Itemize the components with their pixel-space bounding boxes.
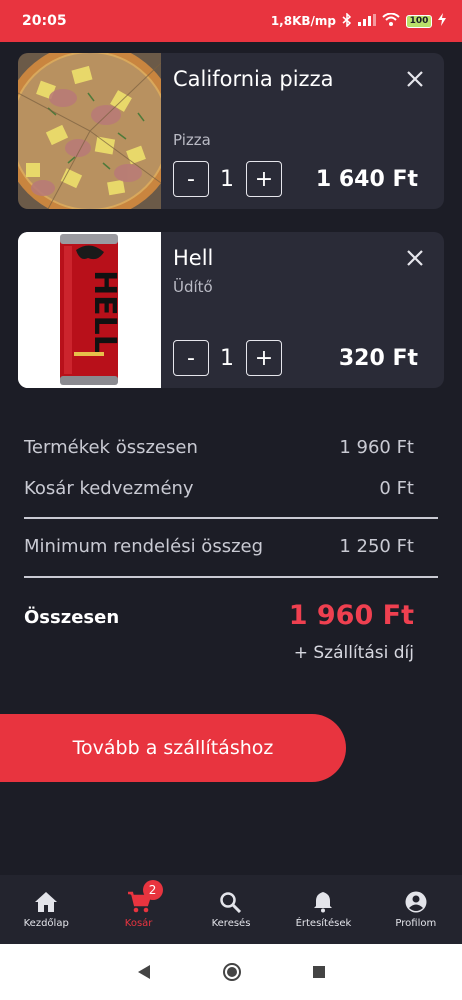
cart-item: California pizza Pizza - 1 + 1 640 Ft bbox=[18, 53, 444, 209]
nav-item-cart[interactable]: 2 Kosár bbox=[92, 875, 184, 944]
status-bar: 20:05 1,8KB/mp 100 bbox=[0, 0, 462, 42]
decrease-quantity-button[interactable]: - bbox=[173, 340, 209, 376]
increase-quantity-button[interactable]: + bbox=[246, 340, 282, 376]
increase-quantity-button[interactable]: + bbox=[246, 161, 282, 197]
nav-label: Keresés bbox=[211, 917, 251, 929]
product-image-pizza bbox=[18, 53, 161, 209]
product-image-hell: HELL bbox=[18, 232, 161, 388]
network-speed: 1,8KB/mp bbox=[270, 14, 336, 28]
close-icon bbox=[407, 250, 423, 266]
home-button-icon[interactable] bbox=[222, 962, 242, 982]
nav-label: Kezdőlap bbox=[23, 917, 69, 929]
status-time: 20:05 bbox=[22, 13, 67, 29]
discount-value: 0 Ft bbox=[379, 478, 414, 499]
remove-item-button[interactable] bbox=[404, 247, 426, 269]
bell-icon bbox=[314, 891, 333, 912]
products-total-value: 1 960 Ft bbox=[339, 437, 414, 458]
proceed-to-shipping-button[interactable]: Tovább a szállításhoz bbox=[0, 714, 346, 782]
grand-total-label: Összesen bbox=[24, 607, 120, 628]
battery-icon: 100 bbox=[406, 14, 432, 28]
minimum-order-value: 1 250 Ft bbox=[339, 536, 414, 557]
cart-count-badge: 2 bbox=[142, 880, 163, 900]
summary-products-row: Termékek összesen 1 960 Ft bbox=[24, 437, 414, 458]
nav-item-notifications[interactable]: Értesítések bbox=[277, 875, 369, 944]
can-brand-text: HELL bbox=[87, 270, 122, 354]
nav-label: Kosár bbox=[124, 917, 153, 929]
signal-icon bbox=[358, 13, 376, 29]
search-icon bbox=[220, 891, 242, 913]
nav-label: Értesítések bbox=[295, 917, 352, 929]
home-icon bbox=[35, 891, 58, 912]
nav-label: Profilom bbox=[395, 917, 437, 929]
wifi-icon bbox=[382, 12, 400, 29]
remove-item-button[interactable] bbox=[404, 68, 426, 90]
shipping-fee-note: + Szállítási díj bbox=[293, 643, 414, 663]
grand-total-value: 1 960 Ft bbox=[288, 600, 414, 631]
nav-item-search[interactable]: Keresés bbox=[185, 875, 277, 944]
account-icon bbox=[405, 891, 427, 912]
divider bbox=[24, 517, 438, 519]
quantity-value: 1 bbox=[220, 346, 234, 371]
minimum-order-label: Minimum rendelési összeg bbox=[24, 536, 264, 557]
nav-item-home[interactable]: Kezdőlap bbox=[0, 875, 92, 944]
bluetooth-icon bbox=[342, 11, 352, 30]
product-category: Pizza bbox=[173, 131, 211, 149]
cart-item: HELL Hell Üdítő - 1 + 320 Ft bbox=[18, 232, 444, 388]
summary-discount-row: Kosár kedvezmény 0 Ft bbox=[24, 478, 414, 499]
recents-icon[interactable] bbox=[312, 965, 326, 979]
divider bbox=[24, 576, 438, 578]
back-icon[interactable] bbox=[136, 964, 152, 980]
product-title: California pizza bbox=[173, 67, 334, 91]
product-category: Üdítő bbox=[173, 278, 213, 296]
summary-minimum-row: Minimum rendelési összeg 1 250 Ft bbox=[24, 536, 414, 557]
status-indicators: 1,8KB/mp 100 bbox=[270, 11, 446, 30]
system-navigation-bar bbox=[0, 944, 462, 1000]
decrease-quantity-button[interactable]: - bbox=[173, 161, 209, 197]
nav-item-profile[interactable]: Profilom bbox=[370, 875, 462, 944]
product-title: Hell bbox=[173, 246, 214, 270]
quantity-value: 1 bbox=[220, 167, 234, 192]
item-price: 320 Ft bbox=[338, 346, 418, 371]
item-price: 1 640 Ft bbox=[315, 167, 418, 192]
close-icon bbox=[407, 71, 423, 87]
discount-label: Kosár kedvezmény bbox=[24, 478, 194, 499]
products-total-label: Termékek összesen bbox=[24, 437, 198, 458]
bottom-navigation: Kezdőlap 2 Kosár Keresés Értesítések Pro… bbox=[0, 875, 462, 944]
charging-icon bbox=[438, 13, 446, 29]
